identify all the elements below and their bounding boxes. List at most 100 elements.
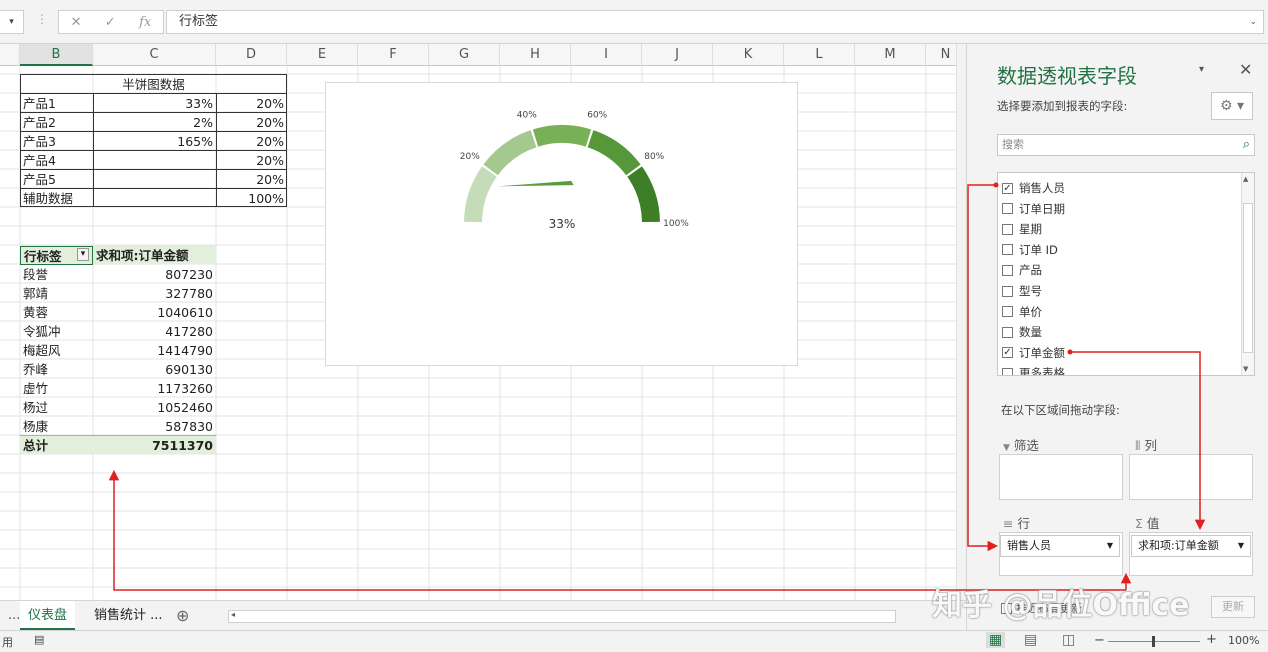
field-search-input[interactable]: 搜索 ⌕	[997, 134, 1255, 156]
halfpie-label[interactable]: 产品2	[20, 113, 93, 132]
page-break-icon[interactable]: ◫	[1062, 632, 1075, 648]
column-header-e[interactable]: E	[287, 44, 358, 66]
pivot-row-name[interactable]: 杨康	[20, 417, 93, 436]
filter-dropdown-icon[interactable]: ▾	[77, 248, 89, 261]
field-item[interactable]: 产品	[1002, 261, 1042, 279]
halfpie-label[interactable]: 产品4	[20, 151, 93, 170]
pivot-row-value[interactable]: 327780	[93, 284, 216, 303]
add-sheet-icon[interactable]: ⊕	[168, 601, 197, 630]
page-layout-icon[interactable]: ▤	[1024, 632, 1037, 648]
scroll-left-icon[interactable]: ◂	[231, 610, 235, 619]
expand-chevron-icon[interactable]: ⌄	[1249, 11, 1257, 33]
column-header-k[interactable]: K	[713, 44, 784, 66]
pivot-row-name[interactable]: 虚竹	[20, 379, 93, 398]
update-button[interactable]: 更新	[1211, 596, 1255, 618]
enter-icon[interactable]: ✓	[105, 15, 116, 30]
halfpie-value-c[interactable]: 2%	[93, 113, 216, 132]
values-field-amount[interactable]: 求和项:订单金额 ▼	[1131, 535, 1251, 557]
zoom-in-button[interactable]: +	[1206, 632, 1217, 647]
cancel-icon[interactable]: ✕	[71, 15, 82, 30]
pivot-total-value[interactable]: 7511370	[93, 436, 216, 455]
field-item[interactable]: 订单日期	[1002, 200, 1065, 218]
column-header-m[interactable]: M	[855, 44, 926, 66]
zoom-out-button[interactable]: −	[1094, 633, 1105, 648]
worksheet[interactable]: BCDEFGHIJKLMN 半饼图数据 产品1 33% 20% 产品2 2% 20% 产品3 1…	[0, 44, 966, 600]
halfpie-value-d[interactable]: 20%	[216, 94, 287, 113]
pivot-value-header[interactable]: 求和项:订单金额	[93, 246, 216, 265]
field-item[interactable]: 更多表格...	[1002, 364, 1076, 375]
checkbox[interactable]	[1002, 306, 1013, 318]
field-item[interactable]: 数量	[1002, 323, 1042, 341]
pivot-row-value[interactable]: 1040610	[93, 303, 216, 322]
column-header-c[interactable]: C	[93, 44, 216, 66]
column-header-f[interactable]: F	[358, 44, 429, 66]
checkbox[interactable]	[1002, 223, 1013, 235]
pivot-row-value[interactable]: 807230	[93, 265, 216, 284]
pivot-row-name[interactable]: 段誉	[20, 265, 93, 284]
field-list-scrollbar[interactable]: ▲ ▼	[1241, 173, 1254, 375]
zoom-slider[interactable]	[1108, 636, 1200, 647]
halfpie-value-c[interactable]: 33%	[93, 94, 216, 113]
column-header-g[interactable]: G	[429, 44, 500, 66]
pivot-row-name[interactable]: 梅超风	[20, 341, 93, 360]
checkbox[interactable]	[1002, 326, 1013, 338]
pivot-row-value[interactable]: 1414790	[93, 341, 216, 360]
halfpie-value-d[interactable]: 20%	[216, 170, 287, 189]
horizontal-scrollbar[interactable]: ◂	[228, 610, 896, 623]
columns-zone[interactable]	[1129, 454, 1253, 500]
pivot-row-value[interactable]: 690130	[93, 360, 216, 379]
field-item[interactable]: ✓ 订单金额	[1002, 344, 1065, 362]
halfpie-value-d[interactable]: 20%	[216, 151, 287, 170]
column-header-partial[interactable]	[0, 44, 20, 66]
field-item[interactable]: 星期	[1002, 220, 1042, 238]
pivot-row-value[interactable]: 417280	[93, 322, 216, 341]
halfpie-label[interactable]: 产品1	[20, 94, 93, 113]
halfpie-value-d[interactable]: 20%	[216, 132, 287, 151]
zoom-slider-thumb[interactable]	[1152, 636, 1155, 647]
halfpie-value-c[interactable]	[93, 189, 216, 208]
pane-options-dropdown-icon[interactable]: ▾	[1199, 64, 1204, 75]
column-header-d[interactable]: D	[216, 44, 287, 66]
checkbox[interactable]	[1002, 203, 1013, 215]
rows-field-salesperson[interactable]: 销售人员 ▼	[1000, 535, 1120, 557]
pivot-total-label[interactable]: 总计	[20, 436, 93, 455]
pivot-row-name[interactable]: 杨过	[20, 398, 93, 417]
field-item[interactable]: ✓ 销售人员	[1002, 179, 1065, 197]
column-header-i[interactable]: I	[571, 44, 642, 66]
halfpie-value-d[interactable]: 100%	[216, 189, 287, 208]
checkbox[interactable]: ✓	[1002, 182, 1013, 194]
name-box-dropdown[interactable]: ▾	[0, 10, 24, 34]
checkbox[interactable]	[1002, 367, 1013, 375]
tab-sales[interactable]: 销售统计 ...	[86, 601, 171, 630]
formula-input[interactable]: 行标签 ⌄	[166, 10, 1264, 34]
zoom-level[interactable]: 100%	[1228, 634, 1259, 647]
pivot-row-value[interactable]: 587830	[93, 417, 216, 436]
field-item[interactable]: 单价	[1002, 303, 1042, 321]
pivot-row-value[interactable]: 1052460	[93, 398, 216, 417]
gauge-chart[interactable]: 20% 40% 60% 80% 100% 33%	[325, 82, 798, 366]
vertical-scrollbar[interactable]	[956, 44, 966, 600]
halfpie-value-c[interactable]	[93, 170, 216, 189]
column-header-j[interactable]: J	[642, 44, 713, 66]
gear-icon[interactable]: ⚙ ▾	[1211, 92, 1253, 120]
pivot-row-name[interactable]: 郭靖	[20, 284, 93, 303]
halfpie-value-c[interactable]	[93, 151, 216, 170]
column-header-h[interactable]: H	[500, 44, 571, 66]
column-header-b[interactable]: B	[20, 44, 93, 66]
pivot-row-value[interactable]: 1173260	[93, 379, 216, 398]
close-icon[interactable]: ✕	[1239, 60, 1252, 79]
halfpie-label[interactable]: 辅助数据	[20, 189, 93, 208]
normal-view-icon[interactable]: ▦	[986, 632, 1006, 648]
checkbox[interactable]	[1002, 264, 1013, 276]
halfpie-value-c[interactable]: 165%	[93, 132, 216, 151]
checkbox[interactable]: ✓	[1002, 347, 1013, 359]
halfpie-label[interactable]: 产品5	[20, 170, 93, 189]
macro-icon[interactable]: ▤	[34, 633, 44, 646]
insert-function-icon[interactable]: fx	[139, 15, 151, 30]
halfpie-label[interactable]: 产品3	[20, 132, 93, 151]
field-item[interactable]: 订单 ID	[1002, 241, 1058, 259]
checkbox[interactable]	[1002, 244, 1013, 256]
tab-dashboard[interactable]: 仪表盘	[20, 601, 76, 630]
field-item[interactable]: 型号	[1002, 282, 1042, 300]
halfpie-value-d[interactable]: 20%	[216, 113, 287, 132]
